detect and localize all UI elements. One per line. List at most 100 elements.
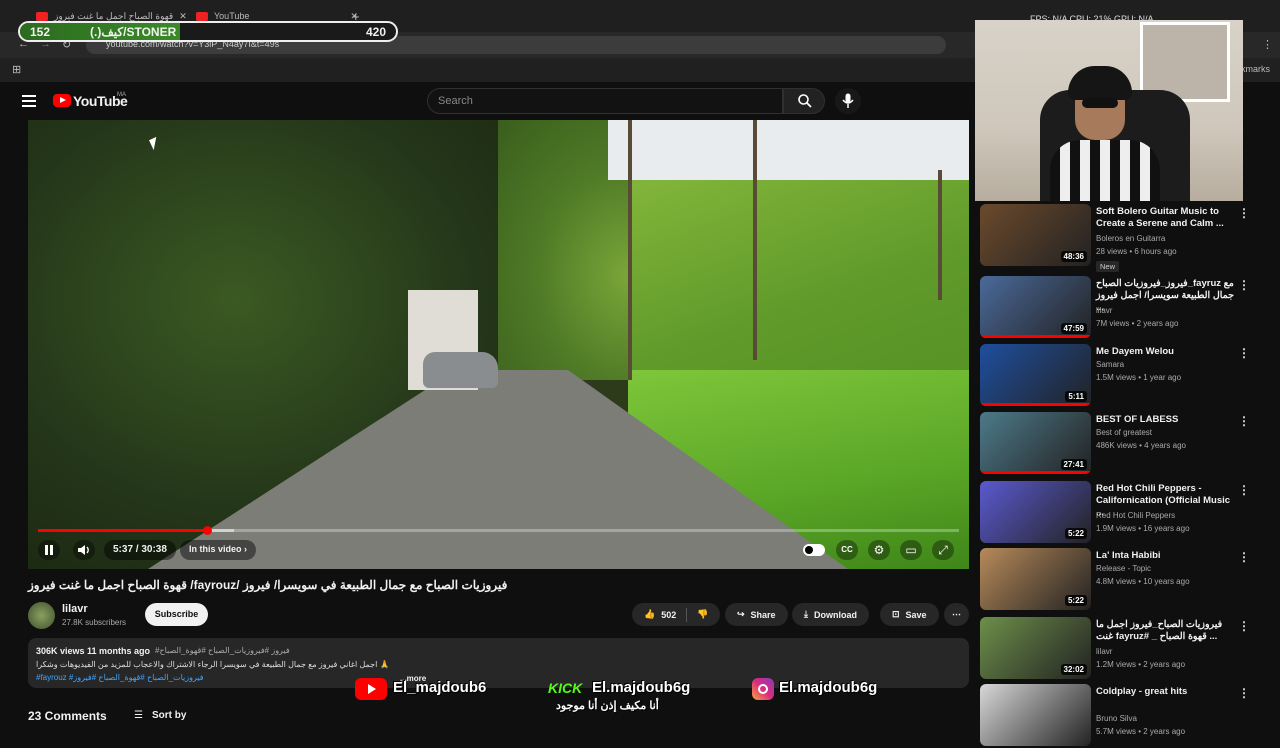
video-title: قهوة الصباح اجمل ما غنت فيروز /fayrouz/ … (28, 578, 508, 592)
search-button[interactable] (783, 88, 825, 114)
related-video-title[interactable]: Me Dayem Welou (1096, 346, 1236, 358)
related-video-item[interactable]: Coldplay - great hits Bruno Silva 5.7M vie… (980, 684, 1270, 748)
volume-button[interactable] (73, 540, 95, 560)
divider (686, 607, 688, 622)
like-count[interactable]: 502 (661, 610, 676, 620)
description-hashtags[interactable]: #فيروز #فيروزيات_الصباح #قهوة_الصباح (155, 646, 290, 655)
description-hashtag-links[interactable]: #fayrouz #فيروزيات_الصباح #قهوة_الصباح #… (36, 673, 204, 682)
instagram-handle: El.majdoub6g (779, 679, 878, 696)
related-video-title[interactable]: فيروزيات الصباح_فيروز اجمل ما غنت fayruz… (1096, 619, 1236, 643)
voice-search-button[interactable] (835, 88, 861, 114)
more-icon[interactable]: ⋮ (1238, 346, 1250, 360)
save-button[interactable]: ⊡ Save (880, 603, 939, 626)
sort-by-button[interactable]: Sort by (152, 710, 186, 721)
related-video-meta: 1.9M views • 16 years ago (1096, 524, 1190, 533)
video-player[interactable]: 5:37 / 30:38 In this video › CC ⚙ ▭ ⤢ (28, 120, 969, 569)
watched-progress-bar (980, 471, 1091, 474)
related-video-title[interactable]: BEST OF LABESS (1096, 414, 1236, 426)
mic-icon (842, 93, 854, 108)
youtube-social-icon (355, 678, 387, 700)
menu-icon[interactable] (22, 95, 36, 107)
chevron-right-icon: › (244, 544, 248, 554)
related-video-title[interactable]: Coldplay - great hits (1096, 686, 1236, 698)
autoplay-toggle[interactable] (803, 544, 825, 556)
video-duration: 5:22 (1064, 528, 1087, 539)
more-icon[interactable]: ⋮ (1238, 619, 1250, 633)
like-icon[interactable]: 👍 (644, 609, 655, 620)
instagram-icon (752, 678, 774, 700)
related-video-meta: 486K views • 4 years ago (1096, 441, 1186, 450)
related-video-item[interactable]: 47:59 فيروز_فيروزيات الصباح_fayruz مع جما… (980, 276, 1270, 340)
chapters-button[interactable]: In this video › (180, 540, 257, 560)
video-scene-pole (938, 170, 942, 300)
video-thumbnail[interactable]: 48:36 (980, 204, 1091, 266)
more-icon[interactable]: ⋮ (1238, 206, 1250, 220)
related-video-channel[interactable]: Release - Topic (1096, 564, 1151, 573)
related-video-item[interactable]: 5:22 La' Inta Habibi Release - Topic 4.8M v… (980, 548, 1270, 612)
video-duration: 27:41 (1060, 459, 1087, 470)
related-video-channel[interactable]: Boleros en Guitarra (1096, 234, 1165, 243)
fullscreen-icon[interactable]: ⤢ (932, 540, 954, 560)
related-video-item[interactable]: 5:22 Red Hot Chili Peppers - Californicat… (980, 481, 1270, 545)
time-display: 5:37 / 30:38 (104, 540, 176, 560)
video-thumbnail[interactable]: 5:22 (980, 481, 1091, 543)
video-duration: 48:36 (1060, 251, 1087, 262)
youtube-logo-icon[interactable] (53, 94, 71, 107)
more-actions-button[interactable]: ⋯ (944, 603, 969, 626)
save-label: Save (905, 609, 927, 620)
share-button[interactable]: ↪ Share (725, 603, 788, 626)
related-video-title[interactable]: Soft Bolero Guitar Music to Create a Ser… (1096, 206, 1236, 230)
related-video-meta: 4.8M views • 10 years ago (1096, 577, 1190, 586)
video-scene-sky (608, 120, 969, 180)
close-tab-icon[interactable]: ✕ (179, 11, 187, 22)
related-video-title[interactable]: La' Inta Habibi (1096, 550, 1236, 562)
channel-avatar[interactable] (28, 602, 55, 629)
more-icon[interactable]: ⋮ (1238, 483, 1250, 497)
share-icon: ↪ (737, 609, 745, 619)
pause-button[interactable] (38, 540, 60, 560)
video-thumbnail[interactable]: 32:02 (980, 617, 1091, 679)
related-video-channel[interactable]: Red Hot Chili Peppers (1096, 511, 1175, 520)
more-icon[interactable]: ⋮ (1238, 686, 1250, 700)
video-thumbnail[interactable]: 5:22 (980, 548, 1091, 610)
webcam-person-glasses (1082, 98, 1118, 108)
search-input[interactable]: Search (427, 88, 783, 114)
progress-scrubber[interactable] (203, 526, 212, 535)
related-video-channel[interactable]: lilavr (1096, 647, 1112, 656)
download-label: Download (813, 609, 857, 620)
dislike-icon[interactable]: 👎 (697, 609, 708, 620)
browser-menu-icon[interactable]: ⋮ (1262, 38, 1273, 51)
related-video-channel[interactable]: Best of greatest (1096, 428, 1152, 437)
related-video-item[interactable]: 32:02 فيروزيات الصباح_فيروز اجمل ما غنت f… (980, 617, 1270, 681)
captions-icon[interactable]: CC (836, 540, 858, 560)
miniplayer-icon[interactable]: ▭ (900, 540, 922, 560)
video-duration: 32:02 (1060, 664, 1087, 675)
video-thumbnail[interactable]: 5:11 (980, 344, 1091, 406)
video-thumbnail[interactable] (980, 684, 1091, 746)
channel-name[interactable]: lilavr (62, 603, 88, 615)
new-badge: New (1096, 261, 1120, 272)
overlay-left-value: 152 (30, 24, 51, 39)
video-duration: 5:22 (1064, 595, 1087, 606)
related-video-title[interactable]: فيروز_فيروزيات الصباح_fayruz مع جمال الط… (1096, 278, 1236, 314)
more-icon[interactable]: ⋮ (1238, 550, 1250, 564)
view-count-date: 306K views 11 months ago (36, 646, 151, 656)
video-thumbnail[interactable]: 27:41 (980, 412, 1091, 474)
more-icon[interactable]: ⋮ (1238, 414, 1250, 428)
settings-icon[interactable]: ⚙ (868, 540, 890, 560)
related-video-meta: 7M views • 2 years ago (1096, 319, 1179, 328)
video-thumbnail[interactable]: 47:59 (980, 276, 1091, 338)
related-video-item[interactable]: 48:36 Soft Bolero Guitar Music to Create … (980, 204, 1270, 272)
more-icon[interactable]: ⋮ (1238, 278, 1250, 292)
related-video-channel[interactable]: Samara (1096, 360, 1124, 369)
download-button[interactable]: ⤓ Download (792, 603, 869, 626)
kick-logo: KICK (548, 680, 583, 696)
subscribe-button[interactable]: Subscribe (145, 603, 208, 626)
overlay-label: (.)كيف/STONER (90, 24, 177, 39)
apps-grid-icon[interactable]: ⊞ (12, 63, 21, 76)
related-video-channel[interactable]: lilavr (1096, 306, 1112, 315)
related-video-item[interactable]: 27:41 BEST OF LABESS Best of greatest 486K … (980, 412, 1270, 476)
related-video-item[interactable]: 5:11 Me Dayem Welou Samara 1.5M views • 1 y… (980, 344, 1270, 408)
related-video-channel[interactable]: Bruno Silva (1096, 714, 1137, 723)
sort-icon[interactable]: ☰ (134, 710, 143, 721)
